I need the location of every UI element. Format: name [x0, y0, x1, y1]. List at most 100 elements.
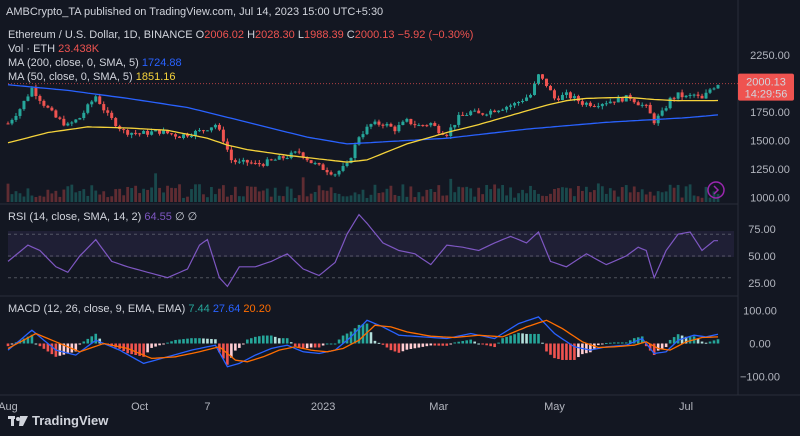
macd-histogram-bar: [38, 343, 42, 347]
candle-body: [632, 98, 636, 103]
volume-bar: [10, 194, 14, 202]
candle-body: [178, 136, 182, 139]
candle-body: [341, 166, 345, 171]
volume-bar: [628, 192, 632, 202]
volume-bar: [557, 188, 560, 202]
candle-body: [672, 97, 676, 99]
candle-body: [473, 110, 477, 112]
candle-body: [102, 104, 106, 111]
volume-bar: [708, 197, 712, 202]
candle-body: [182, 134, 186, 139]
candle-body: [30, 87, 34, 97]
volume-bar: [293, 197, 297, 202]
candle-body: [221, 129, 225, 142]
macd-histogram-bar: [309, 343, 313, 348]
tradingview-logo[interactable]: TradingView: [8, 413, 108, 428]
volume-bar: [584, 186, 588, 202]
volume-bar: [600, 186, 604, 202]
candle-body: [126, 130, 130, 135]
macd-histogram-bar: [182, 339, 185, 344]
volume-bar: [74, 192, 78, 202]
candle-body: [14, 115, 18, 120]
volume-bar: [652, 195, 656, 202]
candle-body: [150, 131, 154, 135]
macd-histogram-bar: [716, 339, 720, 344]
volume-bar: [237, 196, 241, 202]
volume-bar: [54, 190, 58, 202]
time-axis-label: Aug: [0, 401, 18, 413]
candle-body: [309, 160, 313, 164]
macd-histogram-bar: [660, 343, 664, 349]
macd-histogram-bar: [521, 333, 524, 344]
volume-bar: [465, 186, 469, 202]
volume-bar: [233, 186, 237, 202]
candle-body: [664, 108, 668, 111]
volume-bar: [321, 190, 325, 202]
trading-chart[interactable]: 2250.00 1750.00 1500.00 1250.00 1000.00 75.00…: [0, 0, 800, 436]
candle-body: [285, 157, 289, 159]
macd-histogram-bar: [417, 343, 421, 348]
volume-bar: [114, 189, 118, 202]
candle-body: [110, 112, 114, 119]
macd-histogram-bar: [441, 343, 445, 346]
candle-body: [10, 119, 14, 124]
candle-body: [453, 124, 457, 128]
candle-body: [393, 126, 397, 132]
volume-bar: [624, 185, 628, 202]
volume-bar: [186, 196, 189, 202]
candle-body: [381, 124, 385, 126]
volume-bar: [485, 184, 489, 202]
candle-body: [692, 94, 696, 96]
volume-bar: [42, 196, 46, 202]
volume-bar: [94, 190, 98, 202]
volume-bar: [174, 188, 177, 202]
volume-bar: [273, 187, 277, 202]
volume-bar: [178, 184, 181, 202]
macd-histogram-bar: [6, 343, 10, 347]
macd-histogram-bar: [198, 338, 201, 344]
volume-bar: [130, 188, 134, 202]
macd-histogram-bar: [541, 342, 544, 344]
candle-body: [712, 88, 716, 90]
candle-body: [389, 123, 393, 127]
candle-body: [572, 96, 576, 99]
alert-icon: [707, 181, 725, 199]
volume-bar: [214, 194, 217, 202]
candle-body: [277, 156, 281, 160]
candle-body: [86, 104, 90, 113]
candle-body: [297, 151, 301, 153]
volume-bar: [329, 187, 333, 202]
candle-body: [189, 136, 193, 138]
candle-body: [269, 159, 273, 161]
volume-bar: [353, 192, 357, 202]
volume-bar: [704, 186, 708, 202]
volume-bar: [513, 197, 516, 202]
candle-body: [245, 159, 249, 163]
volume-bar: [648, 191, 652, 202]
candle-body: [54, 110, 58, 118]
volume-bar: [70, 184, 74, 202]
macd-histogram-bar: [285, 338, 289, 344]
volume-bar: [14, 191, 18, 202]
volume-bar: [688, 184, 692, 202]
candle-body: [493, 110, 497, 113]
tradingview-logo-icon: [8, 415, 28, 426]
macd-histogram-bar: [401, 343, 405, 352]
candle-body: [421, 125, 425, 127]
macd-histogram-bar: [569, 343, 572, 360]
candle-body: [209, 127, 213, 131]
volume-bar: [225, 196, 229, 202]
macd-histogram-bar: [445, 343, 449, 346]
current-price-value: 2000.13: [746, 77, 786, 89]
candle-body: [668, 97, 672, 109]
macd-histogram-bar: [620, 342, 624, 344]
volume-bar: [441, 195, 445, 202]
volume-bar: [473, 196, 477, 202]
candle-body: [405, 118, 409, 122]
macd-histogram-bar: [481, 343, 484, 345]
candle-body: [513, 103, 517, 106]
candle-body: [114, 118, 118, 127]
candle-body: [437, 125, 441, 134]
macd-histogram-bar: [190, 338, 193, 344]
volume-bar: [253, 186, 257, 202]
